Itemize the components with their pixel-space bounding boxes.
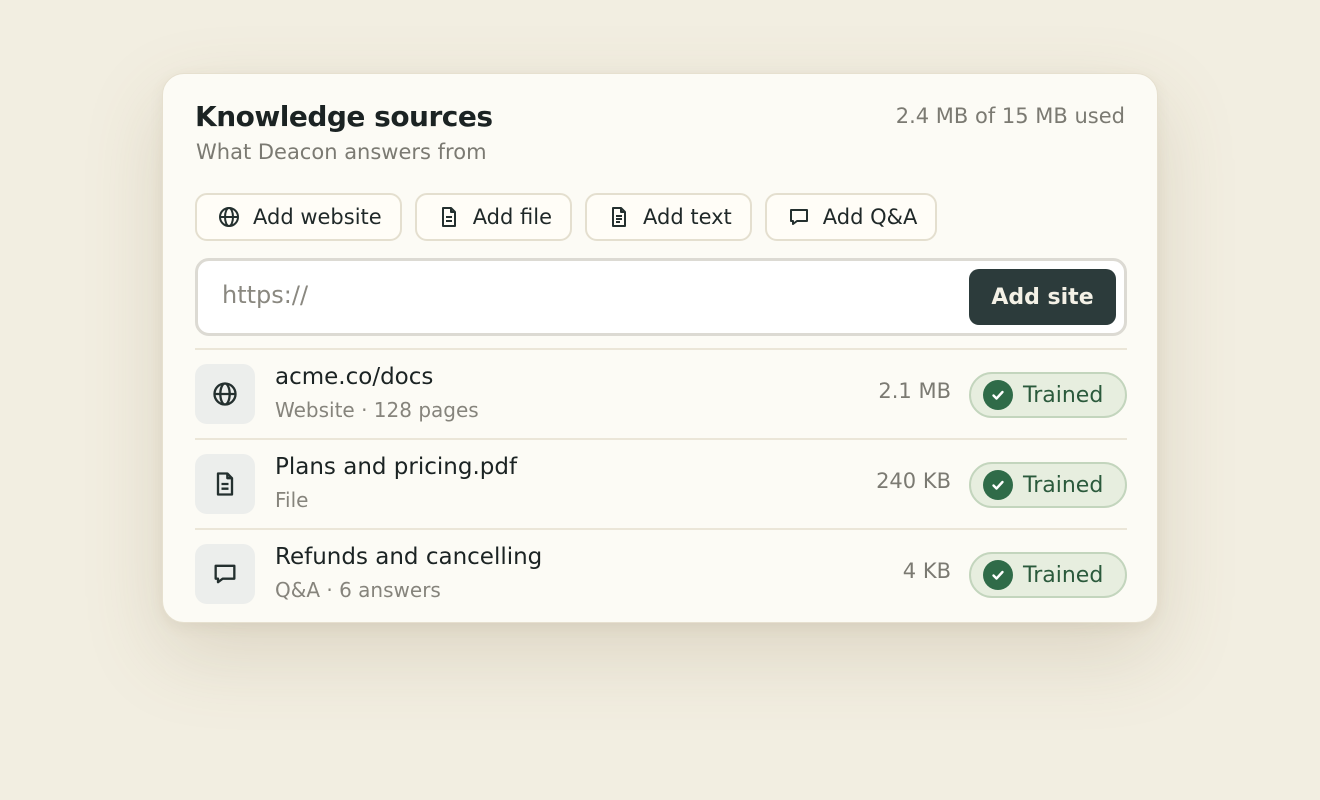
source-size: 2.1 MB bbox=[878, 379, 951, 403]
file-icon bbox=[216, 472, 234, 496]
file-icon bbox=[441, 207, 456, 227]
source-row[interactable]: Refunds and cancelling Q&A · 6 answers 4… bbox=[195, 528, 1127, 618]
url-form: Add site bbox=[195, 258, 1127, 336]
check-icon bbox=[983, 470, 1013, 500]
add-website-label: Add website bbox=[253, 205, 382, 229]
card-title: Knowledge sources bbox=[195, 100, 493, 133]
add-website-button[interactable]: Add website bbox=[195, 193, 402, 241]
add-text-label: Add text bbox=[643, 205, 732, 229]
add-source-actions: Add website Add file Add text Add Q&A bbox=[195, 193, 938, 241]
source-type-icon bbox=[195, 454, 255, 514]
knowledge-sources-card: Knowledge sources What Deacon answers fr… bbox=[162, 73, 1158, 623]
status-badge: Trained bbox=[969, 372, 1127, 418]
source-row[interactable]: acme.co/docs Website · 128 pages 2.1 MB … bbox=[195, 348, 1127, 438]
status-badge: Trained bbox=[969, 552, 1127, 598]
check-icon bbox=[983, 560, 1013, 590]
source-meta: File bbox=[275, 488, 309, 512]
url-input[interactable] bbox=[222, 275, 922, 315]
globe-icon bbox=[219, 207, 239, 227]
source-size: 240 KB bbox=[876, 469, 951, 493]
source-type-icon bbox=[195, 364, 255, 424]
storage-usage: 2.4 MB of 15 MB used bbox=[895, 104, 1125, 128]
chat-bubble-icon bbox=[789, 209, 808, 225]
chat-bubble-icon bbox=[214, 564, 236, 584]
source-meta: Website · 128 pages bbox=[275, 398, 479, 422]
source-name: Plans and pricing.pdf bbox=[275, 454, 518, 480]
source-meta: Q&A · 6 answers bbox=[275, 578, 441, 602]
source-name: Refunds and cancelling bbox=[275, 544, 543, 570]
source-name: acme.co/docs bbox=[275, 364, 434, 390]
source-type-icon bbox=[195, 544, 255, 604]
add-qa-label: Add Q&A bbox=[822, 205, 918, 229]
add-qa-button[interactable]: Add Q&A bbox=[764, 193, 938, 241]
status-label: Trained bbox=[1023, 472, 1104, 498]
add-site-button[interactable]: Add site bbox=[969, 269, 1116, 325]
globe-icon bbox=[213, 382, 237, 406]
source-size: 4 KB bbox=[902, 559, 951, 583]
add-text-button[interactable]: Add text bbox=[585, 193, 752, 241]
add-file-button[interactable]: Add file bbox=[414, 193, 573, 241]
status-badge: Trained bbox=[969, 462, 1127, 508]
text-file-icon bbox=[612, 207, 627, 227]
card-subtitle: What Deacon answers from bbox=[196, 140, 487, 164]
check-icon bbox=[983, 380, 1013, 410]
add-file-label: Add file bbox=[472, 205, 553, 229]
source-row[interactable]: Plans and pricing.pdf File 240 KB Traine… bbox=[195, 438, 1127, 528]
status-label: Trained bbox=[1023, 382, 1104, 408]
status-label: Trained bbox=[1023, 562, 1104, 588]
sources-list: acme.co/docs Website · 128 pages 2.1 MB … bbox=[195, 348, 1127, 618]
